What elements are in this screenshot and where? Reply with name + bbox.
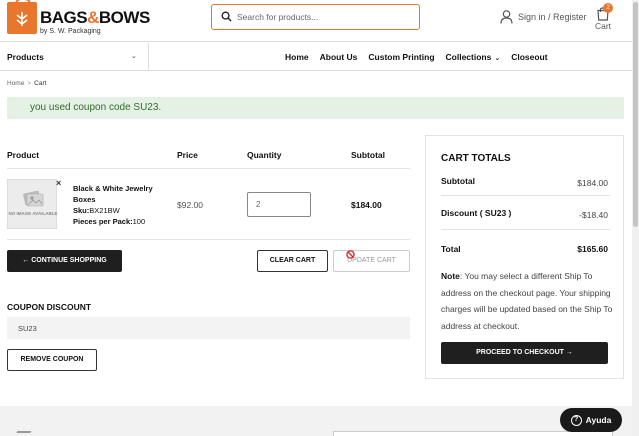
product-name[interactable]: Black & White Jewelry Boxes — [73, 183, 168, 205]
row-subtotal: $184.00 — [351, 200, 382, 210]
column-header-product: Product — [7, 150, 40, 160]
not-allowed-icon — [346, 250, 355, 259]
nav-item-home[interactable]: Home — [285, 52, 309, 62]
column-header-quantity: Quantity — [247, 150, 282, 160]
breadcrumb-home[interactable]: Home — [7, 80, 24, 87]
brand-tagline: by S. W. Packaging — [40, 28, 101, 35]
no-image-placeholder-icon — [23, 190, 44, 207]
header-cart-button[interactable]: 2 Cart — [592, 3, 614, 32]
totals-discount-label: Discount ( SU23 ) — [441, 208, 512, 218]
nav-divider — [148, 43, 149, 71]
shopping-bag-logo-icon — [7, 0, 37, 34]
scrollbar-thumb[interactable] — [633, 2, 638, 227]
totals-discount-value: -$18.40 — [579, 210, 608, 220]
nav-links: Home About Us Custom Printing Collection… — [285, 52, 548, 62]
table-header-divider — [7, 168, 410, 169]
shipping-note: Note: You may select a different Ship To… — [441, 268, 613, 334]
nav-item-collections[interactable]: Collections ⌄ — [446, 52, 501, 62]
footer-area — [0, 406, 632, 436]
totals-subtotal-label: Subtotal — [441, 176, 475, 186]
signin-link[interactable]: Sign in / Register — [500, 9, 587, 25]
search-box[interactable] — [211, 4, 420, 30]
remove-coupon-button[interactable]: REMOVE COUPON — [7, 349, 97, 371]
help-chat-label: Ayuda — [585, 415, 612, 425]
nav-item-closeout[interactable]: Closeout — [511, 52, 547, 62]
shipping-note-label: Note — [441, 271, 460, 281]
search-icon — [221, 11, 232, 22]
column-header-price: Price — [177, 150, 198, 160]
product-sku: Sku:BX21BW — [73, 205, 145, 216]
product-pack-label: Pieces per Pack: — [73, 217, 133, 226]
brand-name: BAGS&BOWS — [40, 8, 150, 27]
page-scrollbar[interactable] — [632, 0, 639, 436]
question-icon: ? — [570, 414, 582, 426]
site-header: BAGS&BOWS by S. W. Packaging Sign in / R… — [0, 0, 632, 42]
product-meta: Sku:BX21BW Pieces per Pack:100 — [73, 205, 145, 227]
help-chat-button[interactable]: ? Ayuda — [560, 408, 622, 432]
coupon-notice-text: you used coupon code SU23. — [30, 102, 162, 113]
continue-shopping-button[interactable]: ← CONTINUE SHOPPING — [7, 250, 122, 272]
bag-pattern-icon — [16, 12, 28, 26]
coupon-code-input[interactable] — [7, 317, 410, 339]
product-price: $92.00 — [177, 200, 203, 210]
product-sku-label: Sku: — [73, 206, 90, 215]
update-cart-button[interactable]: UPDATE CART — [333, 250, 410, 272]
product-thumbnail[interactable]: NO IMAGE AVAILABLE — [7, 179, 57, 229]
cart-totals-panel: CART TOTALS Subtotal $184.00 Discount ( … — [425, 135, 624, 379]
nav-item-about-us[interactable]: About Us — [320, 52, 358, 62]
totals-total-value: $165.60 — [577, 244, 608, 254]
quantity-input[interactable] — [247, 192, 311, 217]
footer-logo-fragment — [14, 431, 32, 436]
remove-item-close-icon[interactable]: × — [56, 178, 61, 188]
cart-count-badge: 2 — [603, 3, 613, 13]
chevron-down-icon[interactable]: ⌄ — [131, 52, 137, 60]
totals-divider — [441, 195, 610, 196]
product-sku-value: BX21BW — [89, 206, 120, 215]
search-input[interactable] — [237, 9, 412, 25]
totals-divider — [441, 229, 610, 230]
proceed-to-checkout-button[interactable]: PROCEED TO CHECKOUT → — [441, 342, 608, 364]
column-header-subtotal: Subtotal — [351, 150, 385, 160]
breadcrumb-separator: > — [27, 80, 32, 87]
signin-label: Sign in / Register — [518, 12, 587, 22]
totals-subtotal-value: $184.00 — [577, 178, 608, 188]
nav-item-collections-label: Collections — [445, 52, 492, 62]
totals-total-label: Total — [441, 244, 461, 254]
brand-logo[interactable]: BAGS&BOWS by S. W. Packaging — [7, 0, 150, 40]
cart-label: Cart — [594, 21, 612, 31]
product-pack-value: 100 — [132, 217, 146, 226]
cart-totals-title: CART TOTALS — [441, 153, 511, 164]
breadcrumb-current: Cart — [34, 80, 47, 87]
chevron-down-icon: ⌄ — [494, 55, 501, 62]
nav-item-custom-printing[interactable]: Custom Printing — [368, 52, 434, 62]
main-nav: Products ⌄ Home About Us Custom Printing… — [0, 43, 632, 71]
breadcrumb: Home > Cart — [7, 80, 46, 87]
table-row-divider — [7, 239, 410, 240]
shipping-note-text: : You may select a different Ship To add… — [441, 271, 613, 331]
coupon-section-title: COUPON DISCOUNT — [7, 302, 92, 312]
no-image-label: NO IMAGE AVAILABLE — [8, 211, 58, 216]
nav-products-menu[interactable]: Products — [7, 52, 44, 62]
user-icon — [500, 10, 513, 24]
clear-cart-button[interactable]: CLEAR CART — [257, 250, 328, 272]
product-pack: Pieces per Pack:100 — [73, 216, 145, 227]
coupon-notice: you used coupon code SU23. — [7, 97, 624, 119]
